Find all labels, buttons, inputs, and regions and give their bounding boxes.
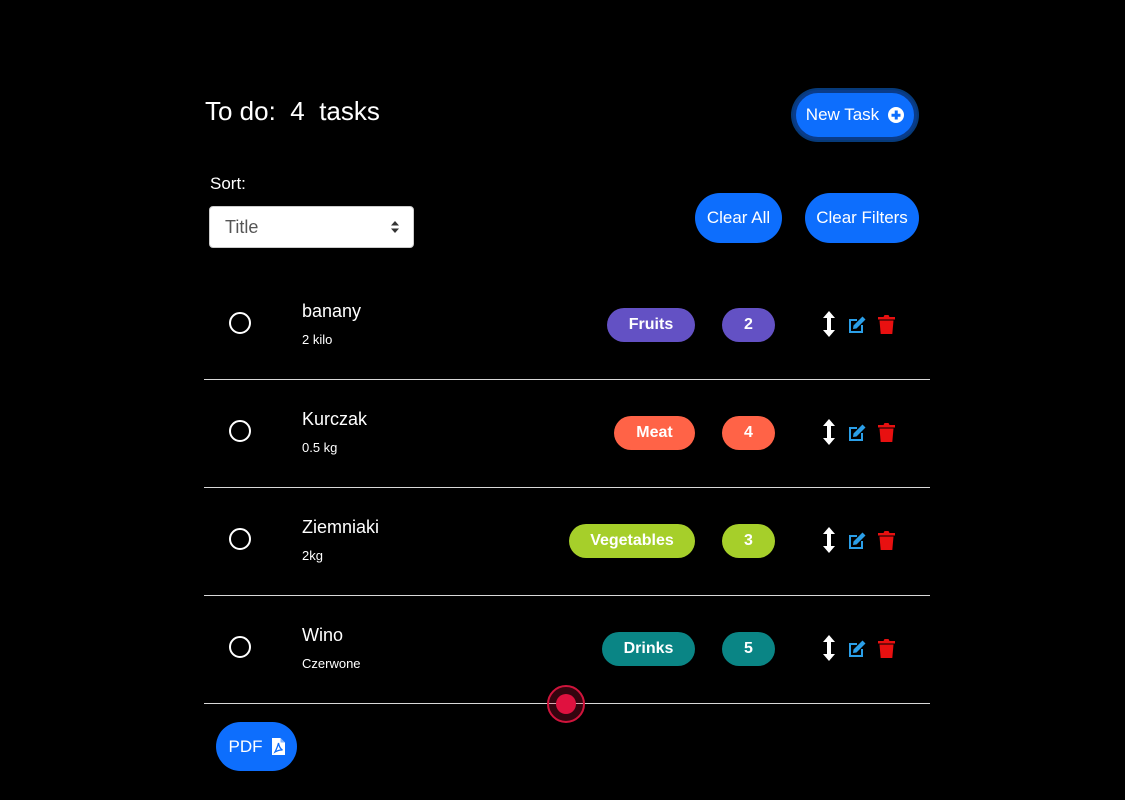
complete-toggle[interactable] xyxy=(229,420,251,442)
sort-label: Sort: xyxy=(210,174,246,193)
edit-icon[interactable] xyxy=(847,531,867,551)
trash-icon[interactable] xyxy=(878,530,895,550)
trash-icon[interactable] xyxy=(878,422,895,442)
task-list: banany 2 kilo Fruits 2 Kurczak 0.5 kg Me… xyxy=(204,272,930,704)
count-badge: 4 xyxy=(722,416,775,450)
edit-icon[interactable] xyxy=(847,423,867,443)
task-count: 4 xyxy=(290,96,305,126)
title-suffix: tasks xyxy=(319,96,380,126)
sort-selected-value: Title xyxy=(225,216,259,237)
vertical-arrows-icon[interactable] xyxy=(822,419,836,445)
task-name: banany xyxy=(302,301,362,321)
task-description: 0.5 kg xyxy=(302,440,338,455)
task-row: Ziemniaki 2kg Vegetables 3 xyxy=(204,488,930,596)
cursor-indicator xyxy=(547,685,585,723)
trash-icon[interactable] xyxy=(878,638,895,658)
edit-icon[interactable] xyxy=(847,639,867,659)
task-row: banany 2 kilo Fruits 2 xyxy=(204,272,930,380)
sort-caret-icon xyxy=(391,221,399,233)
task-description: 2 kilo xyxy=(302,332,333,347)
new-task-button[interactable]: New Task xyxy=(793,90,917,140)
plus-circle-icon xyxy=(888,107,905,123)
complete-toggle[interactable] xyxy=(229,312,251,334)
pdf-file-icon xyxy=(271,738,285,755)
task-name: Wino xyxy=(302,625,344,645)
sort-select[interactable]: Title xyxy=(209,206,414,248)
count-badge: 3 xyxy=(722,524,775,558)
category-badge: Vegetables xyxy=(569,524,695,558)
task-description: 2kg xyxy=(302,548,323,563)
clear-all-button[interactable]: Clear All xyxy=(695,193,782,243)
todo-page: To do: 4 tasks New Task Sort: Title Clea… xyxy=(0,0,1125,800)
category-badge: Fruits xyxy=(607,308,695,342)
task-name: Kurczak xyxy=(302,409,368,429)
complete-toggle[interactable] xyxy=(229,636,251,658)
vertical-arrows-icon[interactable] xyxy=(822,635,836,661)
category-badge: Meat xyxy=(614,416,695,450)
page-title: To do: 4 tasks xyxy=(205,96,380,126)
pdf-export-button[interactable]: PDF xyxy=(216,722,297,771)
count-badge: 5 xyxy=(722,632,775,666)
trash-icon[interactable] xyxy=(878,314,895,334)
title-prefix: To do: xyxy=(205,96,276,126)
edit-icon[interactable] xyxy=(847,315,867,335)
complete-toggle[interactable] xyxy=(229,528,251,550)
clear-filters-button[interactable]: Clear Filters xyxy=(805,193,919,243)
task-row: Kurczak 0.5 kg Meat 4 xyxy=(204,380,930,488)
vertical-arrows-icon[interactable] xyxy=(822,527,836,553)
vertical-arrows-icon[interactable] xyxy=(822,311,836,337)
new-task-label: New Task xyxy=(805,105,880,124)
count-badge: 2 xyxy=(722,308,775,342)
task-name: Ziemniaki xyxy=(302,517,380,537)
pdf-label: PDF xyxy=(228,736,263,756)
category-badge: Drinks xyxy=(602,632,695,666)
task-description: Czerwone xyxy=(302,656,361,671)
